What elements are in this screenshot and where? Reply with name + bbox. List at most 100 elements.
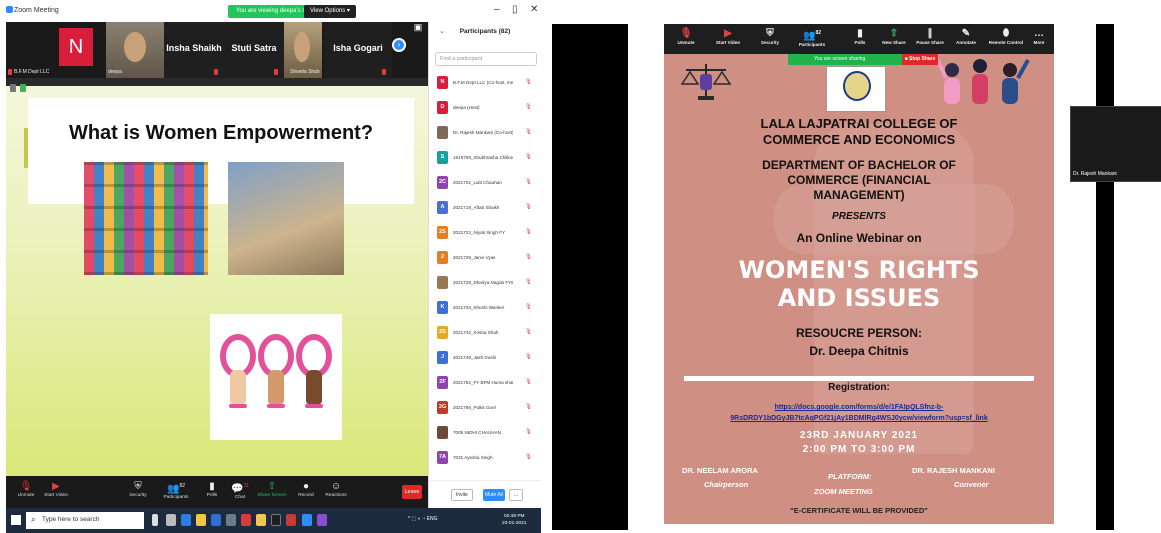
next-page-arrow-icon[interactable]: › xyxy=(392,38,406,52)
participant-name: 1819708_Shubhrasha Chilkoori xyxy=(453,155,513,160)
chrome-icon[interactable] xyxy=(256,514,266,526)
crowd-rows xyxy=(84,162,208,275)
participant-avatar: 2F xyxy=(437,376,448,389)
floating-video-thumbnail[interactable]: Dr. Rajesh Mankani xyxy=(1070,106,1161,182)
participant-search-input[interactable]: Find a participant xyxy=(435,52,537,66)
maximize-button[interactable]: ▯ xyxy=(512,4,518,15)
mute-all-button[interactable]: Mute All xyxy=(483,489,505,501)
registration-link-line2[interactable]: 9RsDRDY1bDGyJB7tcAqPGf21jAy1BDMlRg4WSJ0y… xyxy=(664,407,1054,425)
layout-icon[interactable]: ▣ xyxy=(414,22,423,32)
close-button[interactable]: ✕ xyxy=(530,4,538,15)
participants-count: 82 xyxy=(179,483,185,489)
app-icon[interactable] xyxy=(271,514,281,526)
participant-row[interactable]: 2G 2021766_Pulkit Goel 🎙 xyxy=(429,395,541,420)
participant-avatar: J xyxy=(437,351,448,364)
participants-icon: 👥82 xyxy=(166,483,185,495)
task-view-icon[interactable] xyxy=(166,514,176,526)
security-label: Security xyxy=(129,493,147,498)
platform-value: ZOOM MEETING xyxy=(814,487,873,496)
white-margin xyxy=(1114,24,1161,530)
participant-avatar: N xyxy=(437,76,448,89)
video-tile[interactable]: Stuti Satra xyxy=(224,22,284,78)
invite-button[interactable]: Invite xyxy=(451,489,473,501)
muted-mic-icon: 🎙 xyxy=(525,454,532,460)
leave-button[interactable]: Leave xyxy=(402,485,422,499)
video-tile[interactable]: Insha Shaikh xyxy=(164,22,224,78)
record-label: Record xyxy=(298,493,314,498)
screenshot-collage: Zoom Meeting You are viewing deepa's scr… xyxy=(0,0,1161,533)
file-explorer-icon[interactable] xyxy=(196,514,206,526)
participants-panel: ⌄ Participants (82) Find a participant N… xyxy=(428,22,541,508)
video-tile[interactable]: deepa xyxy=(106,22,164,78)
participant-row[interactable]: S 1819708_Shubhrasha Chilkoori 🎙 xyxy=(429,145,541,170)
participant-row[interactable]: 7005 NIDHI CHAUHAN 🎙 xyxy=(429,420,541,445)
muted-mic-icon: 🎙 xyxy=(525,404,532,410)
taskbar-search-box[interactable]: ⌕ Type here to search xyxy=(26,512,144,529)
more-button[interactable]: … More xyxy=(1026,27,1052,45)
participants-label: Participants xyxy=(798,42,826,48)
participant-row[interactable]: 2F 2021752_FY BFM Huma shaikh 🎙 xyxy=(429,370,541,395)
app-icon[interactable] xyxy=(226,514,236,526)
security-button[interactable]: ⛨ Security xyxy=(754,27,786,45)
participant-row[interactable]: Dr. Rajesh Mankani (Co-host) 🎙 xyxy=(429,120,541,145)
more-options-button[interactable]: ... xyxy=(509,489,523,501)
participant-row[interactable]: 7A 7031 Ayesha Singh 🎙 xyxy=(429,445,541,470)
participant-row[interactable]: 2S 2021723_Niyati Singh FY 🎙 xyxy=(429,220,541,245)
college-logo xyxy=(826,66,886,112)
app-icon[interactable] xyxy=(241,514,251,526)
participant-row[interactable]: 2C 2021702_Lalit Chauhan 🎙 xyxy=(429,170,541,195)
shield-icon: ⛨ xyxy=(134,481,142,492)
annotate-button[interactable]: ✎ Annotate xyxy=(950,27,982,45)
remote-control-button[interactable]: ⬮ Remote Control xyxy=(986,27,1026,45)
video-thumbnail-strip: N B.F.M Dept LLC deepa Insha Shaikh Stut… xyxy=(6,22,428,78)
unmute-label: Unmute xyxy=(677,40,695,45)
cortana-icon[interactable] xyxy=(152,514,158,526)
webinar-date: 23RD JANUARY 2021 xyxy=(799,430,919,441)
pause-share-button[interactable]: ∥ Pause Share xyxy=(914,27,946,45)
unmute-button[interactable]: 🎙 Unmute xyxy=(670,27,702,45)
stop-share-button[interactable]: ■ Stop Share xyxy=(902,54,938,65)
participant-row[interactable]: 2021728_Dhairya Nagda FYBFM 🎙 xyxy=(429,270,541,295)
taskbar-clock[interactable]: 02:48 PM 23-01-2021 xyxy=(502,513,527,527)
video-tile[interactable]: Shweta Shah xyxy=(284,22,322,78)
edge-icon[interactable] xyxy=(181,514,191,526)
store-icon[interactable] xyxy=(211,514,221,526)
video-tile[interactable]: Isha Gogari xyxy=(324,22,392,78)
windows-start-icon[interactable] xyxy=(11,515,21,525)
participant-row[interactable]: 2 2021729_Janvi Vyas 🎙 xyxy=(429,245,541,270)
security-shield-icon xyxy=(20,84,26,92)
minimize-button[interactable]: – xyxy=(494,4,500,15)
participant-row[interactable]: N B.F.M Dept LLC (Co-host, me) 🎙 xyxy=(429,70,541,95)
shared-presentation: What is Women Empowerment? xyxy=(6,78,428,476)
participants-button[interactable]: 👥82 Participants xyxy=(796,27,828,47)
participant-row[interactable]: J 2021749_Jash Doshi 🎙 xyxy=(429,345,541,370)
participant-row[interactable]: 2S 2021742_Krisha Shah 🎙 xyxy=(429,320,541,345)
participant-avatar: K xyxy=(437,301,448,314)
participant-row[interactable]: K 2021734_Khushi Wanker 🎙 xyxy=(429,295,541,320)
participant-name: Dr. Rajesh Mankani (Co-host) xyxy=(453,130,513,135)
new-share-icon: ⇧ xyxy=(889,28,899,39)
view-options-button[interactable]: View Options ▾ xyxy=(304,5,356,18)
participant-row[interactable]: Ddeepa (Host) 🎙 xyxy=(429,95,541,120)
shield-icon: ⛨ xyxy=(766,28,774,39)
app-icon[interactable] xyxy=(317,514,327,526)
muted-mic-icon: 🎙 xyxy=(525,254,532,260)
new-share-button[interactable]: ⇧ New Share xyxy=(878,27,910,45)
start-video-button[interactable]: ▶ Start Video xyxy=(712,27,744,45)
start-video-button[interactable]: ▶ Start Video xyxy=(36,480,76,498)
zoom-taskbar-icon[interactable] xyxy=(302,514,312,526)
participant-name: 7031 Ayesha Singh xyxy=(453,455,493,460)
reactions-button[interactable]: ☺ Reactions xyxy=(316,480,356,498)
muted-mic-icon: 🎙 xyxy=(525,354,532,360)
participants-button[interactable]: 👥82 Participants xyxy=(156,480,196,500)
app-icon[interactable] xyxy=(286,514,296,526)
muted-mic-icon: 🎙 xyxy=(525,154,532,160)
polls-button[interactable]: ▮ Polls xyxy=(844,27,876,45)
screen-control-icon[interactable] xyxy=(10,84,16,92)
participant-row[interactable]: A 2021718_Aftab Shaikh 🎙 xyxy=(429,195,541,220)
registration-link[interactable]: 9RsDRDY1bDGyJB7tcAqPGf21jAy1BDMlRg4WSJ0y… xyxy=(730,415,987,422)
security-button[interactable]: ⛨ Security xyxy=(118,480,158,498)
participant-avatar: A xyxy=(437,201,448,214)
system-tray[interactable]: ^ ⬚ ◐ ◔ ENG xyxy=(408,516,438,522)
title-bar: Zoom Meeting You are viewing deepa's scr… xyxy=(6,0,541,22)
